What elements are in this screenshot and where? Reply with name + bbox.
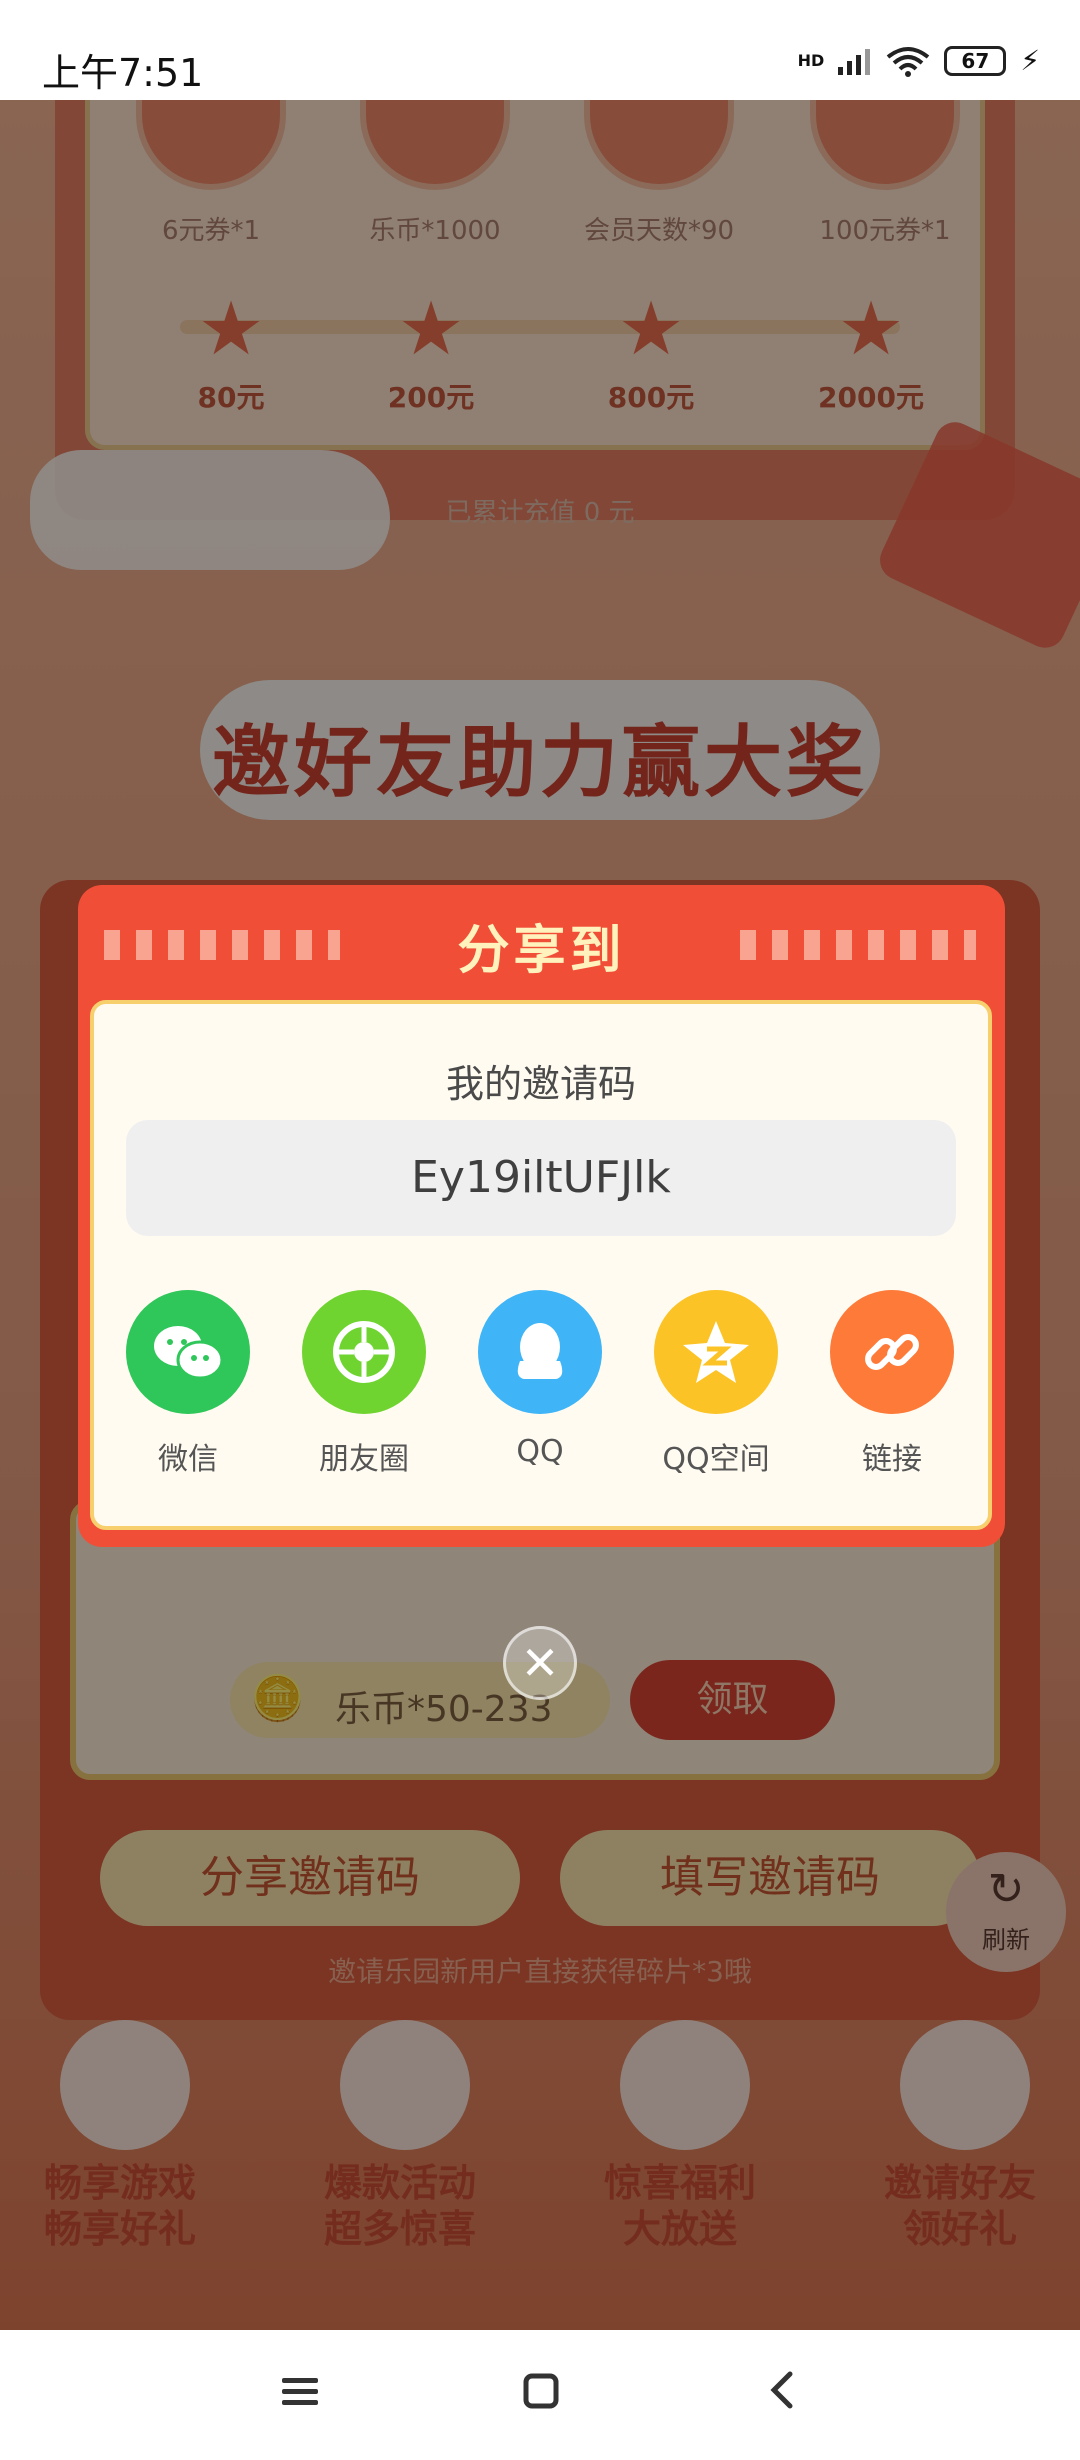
share-label: QQ [516,1434,564,1469]
share-wechat-button[interactable]: 微信 [108,1290,268,1478]
share-label: 朋友圈 [319,1442,409,1477]
share-qzone-button[interactable]: QQ空间 [636,1290,796,1478]
menu-icon[interactable] [280,2370,320,2421]
share-label: 链接 [862,1442,922,1477]
home-icon[interactable] [522,2370,560,2421]
qq-icon [478,1290,602,1414]
dialog-title: 分享到 [457,921,626,981]
invite-code-heading: 我的邀请码 [445,1062,636,1106]
battery-level: 67 [961,48,990,73]
invite-code-field[interactable]: Ey19iltUFJlk [126,1120,956,1236]
status-indicators: HD 67 ⚡ [798,44,1040,77]
back-icon[interactable] [766,2370,796,2421]
charging-icon: ⚡ [1020,44,1040,77]
moments-icon [302,1290,426,1414]
share-label: 微信 [158,1442,218,1477]
share-link-button[interactable]: 链接 [812,1290,972,1478]
share-qq-button[interactable]: QQ [460,1290,620,1469]
signal-icon [838,48,871,75]
status-time: 上午7:51 [42,51,204,95]
share-moments-button[interactable]: 朋友圈 [284,1290,444,1478]
battery-indicator: 67 [944,45,1007,76]
qzone-icon [654,1290,778,1414]
link-icon [830,1290,954,1414]
close-icon[interactable]: ✕ [503,1626,577,1700]
network-type: HD [797,51,825,70]
wifi-icon [887,46,930,77]
share-label: QQ空间 [662,1442,770,1477]
wechat-icon [126,1290,250,1414]
